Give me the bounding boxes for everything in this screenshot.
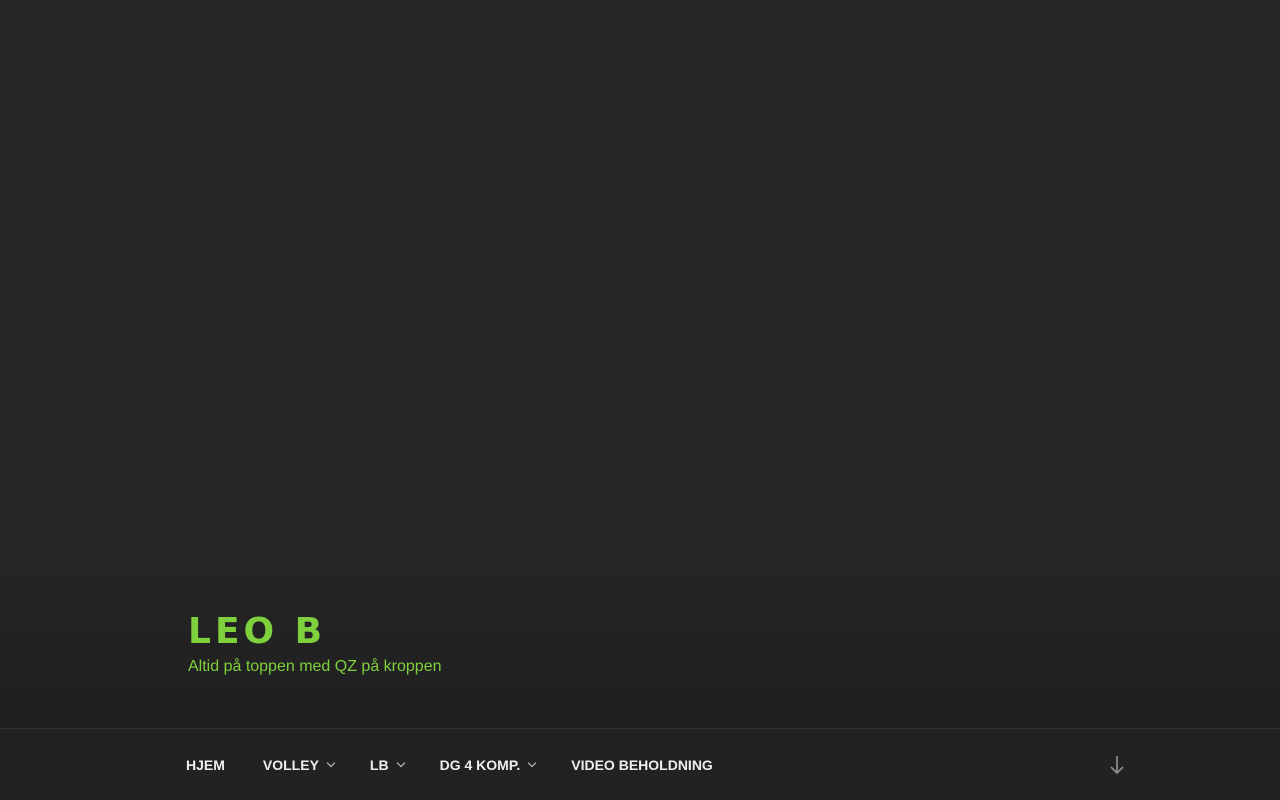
nav-item-label: LB — [369, 756, 389, 773]
nav-item-label: VIDEO BEHOLDNING — [571, 756, 713, 773]
chevron-down-icon — [396, 758, 405, 767]
site-tagline: Altid på toppen med QZ på kroppen — [188, 658, 442, 675]
page: LEO B Altid på toppen med QZ på kroppen … — [0, 0, 1280, 800]
nav-item-dg-4-komp[interactable]: DG 4 KOMP. — [439, 756, 537, 773]
chevron-down-icon — [326, 758, 336, 767]
nav-menu: HJEM VOLLEY LB DG 4 KOMP. VIDEO BEHOLDNI… — [186, 729, 713, 800]
nav-item-hjem[interactable]: HJEM — [186, 757, 225, 773]
chevron-down-icon — [528, 758, 537, 767]
header-hero: LEO B Altid på toppen med QZ på kroppen — [0, 0, 1280, 728]
site-branding: LEO B Altid på toppen med QZ på kroppen — [188, 612, 442, 678]
arrow-down-icon[interactable] — [1108, 753, 1126, 777]
main-navigation: HJEM VOLLEY LB DG 4 KOMP. VIDEO BEHOLDNI… — [0, 728, 1280, 800]
nav-item-label: VOLLEY — [262, 756, 319, 773]
nav-item-volley[interactable]: VOLLEY — [262, 756, 336, 773]
nav-item-lb[interactable]: LB — [369, 756, 405, 773]
nav-item-label: DG 4 KOMP. — [439, 756, 521, 773]
nav-item-video-beholdning[interactable]: VIDEO BEHOLDNING — [571, 757, 713, 773]
nav-item-label: HJEM — [186, 756, 225, 773]
site-title[interactable]: LEO B — [188, 612, 442, 652]
